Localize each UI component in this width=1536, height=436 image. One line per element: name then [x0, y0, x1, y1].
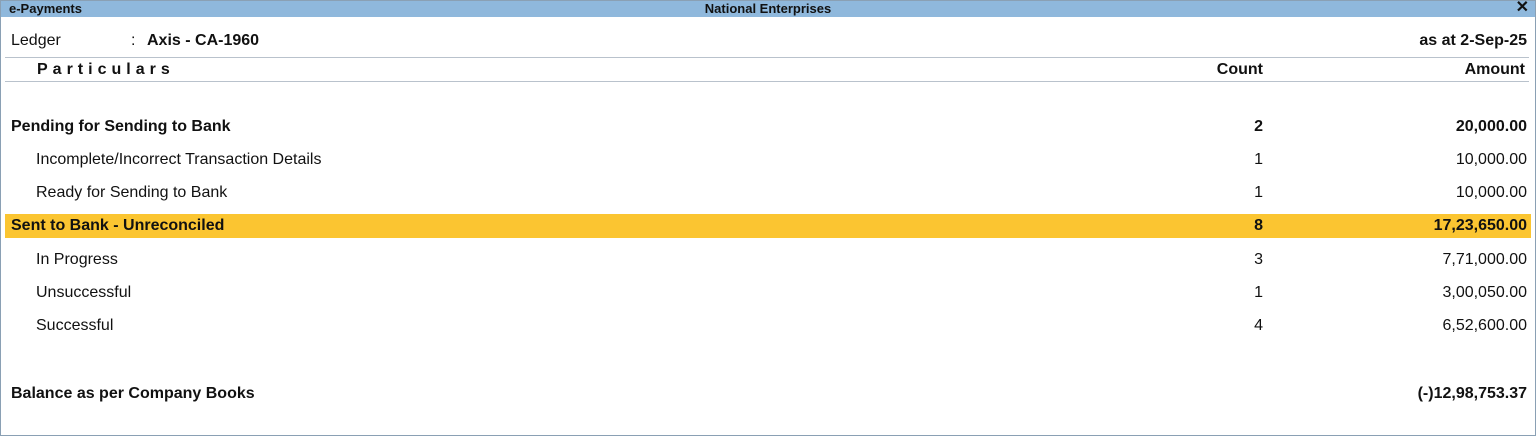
balance-row[interactable]: Balance as per Company Books (-)12,98,75…: [5, 382, 1531, 406]
ledger-label: Ledger: [11, 32, 61, 49]
balance-label: Balance as per Company Books: [11, 385, 255, 402]
row-count: 8: [1254, 217, 1263, 234]
row-amount: 7,71,000.00: [1442, 251, 1527, 268]
row-count: 4: [1254, 317, 1263, 334]
table-row[interactable]: Sent to Bank - Unreconciled 8 17,23,650.…: [5, 214, 1531, 238]
row-amount: 6,52,600.00: [1442, 317, 1527, 334]
ledger-colon: :: [131, 32, 136, 49]
as-at-date: as at 2-Sep-25: [1419, 32, 1527, 49]
row-amount: 20,000.00: [1455, 118, 1527, 135]
row-amount: 10,000.00: [1455, 151, 1527, 168]
close-icon[interactable]: ✕: [1516, 0, 1529, 16]
row-count: 1: [1254, 184, 1263, 201]
table-row[interactable]: Successful 4 6,52,600.00: [5, 314, 1531, 338]
row-particulars: Ready for Sending to Bank: [36, 184, 228, 201]
row-particulars: Pending for Sending to Bank: [11, 118, 231, 135]
row-amount: 10,000.00: [1455, 184, 1527, 201]
row-particulars: Incomplete/Incorrect Transaction Details: [36, 151, 322, 168]
company-name: National Enterprises: [704, 1, 832, 16]
header-divider-top: [5, 57, 1529, 58]
column-header-count: Count: [1216, 61, 1263, 78]
table-row[interactable]: Unsuccessful 1 3,00,050.00: [5, 281, 1531, 305]
balance-amount: (-)12,98,753.37: [1417, 385, 1527, 402]
row-particulars: In Progress: [36, 251, 118, 268]
table-row[interactable]: Ready for Sending to Bank 1 10,000.00: [5, 181, 1531, 205]
row-count: 1: [1254, 151, 1263, 168]
epayments-window: e-Payments National Enterprises ✕ Ledger…: [0, 0, 1536, 436]
table-row[interactable]: In Progress 3 7,71,000.00: [5, 248, 1531, 272]
title-bar: e-Payments National Enterprises ✕: [1, 0, 1535, 17]
column-header: Particulars Count Amount: [1, 59, 1535, 81]
row-count: 3: [1254, 251, 1263, 268]
table-row[interactable]: Incomplete/Incorrect Transaction Details…: [5, 148, 1531, 172]
row-count: 1: [1254, 284, 1263, 301]
row-amount: 17,23,650.00: [1433, 217, 1527, 234]
column-header-amount: Amount: [1464, 61, 1525, 78]
table-row[interactable]: Pending for Sending to Bank 2 20,000.00: [5, 115, 1531, 139]
row-particulars: Successful: [36, 317, 114, 334]
ledger-value[interactable]: Axis - CA-1960: [147, 32, 259, 50]
row-particulars: Unsuccessful: [36, 284, 132, 301]
row-amount: 3,00,050.00: [1442, 284, 1527, 301]
column-header-particulars: Particulars: [37, 61, 175, 78]
row-count: 2: [1254, 118, 1263, 135]
header-divider-bottom: [5, 81, 1529, 82]
row-particulars: Sent to Bank - Unreconciled: [11, 217, 225, 234]
ledger-info: Ledger : Axis - CA-1960 as at 2-Sep-25: [1, 29, 1535, 53]
